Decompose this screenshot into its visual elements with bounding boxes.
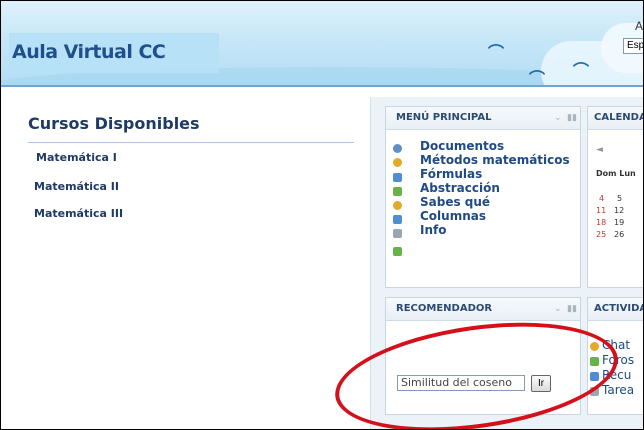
calendar-block: CALENDA (587, 106, 644, 288)
page-icon (393, 229, 402, 238)
block-title: ACTIVIDA (594, 303, 644, 314)
activity-link[interactable]: Recu (602, 368, 631, 382)
prev-month-icon[interactable]: ◄ (596, 145, 603, 155)
block-title: MENÚ PRINCIPAL (396, 112, 492, 123)
go-button[interactable]: Ir (531, 375, 551, 392)
assignment-icon (590, 387, 599, 396)
site-title[interactable]: Aula Virtual CC (12, 41, 166, 63)
recommender-input[interactable]: Similitud del coseno (397, 375, 525, 391)
menu-item[interactable]: Abstracción (420, 181, 500, 195)
calendar-day[interactable]: 5 (617, 194, 622, 203)
block-header: RECOMENDADOR ⌄ ▮▮ (386, 298, 580, 321)
header-divider (1, 85, 643, 87)
forum-icon (393, 215, 402, 224)
calendar-day[interactable]: 4 (599, 194, 604, 203)
document-icon (393, 144, 402, 153)
block-header: ACTIVIDA (588, 298, 644, 321)
forum-icon (590, 357, 599, 366)
activity-link[interactable]: Chat (602, 338, 630, 352)
forum-icon (393, 173, 402, 182)
menu-item[interactable]: Métodos matemáticos (420, 153, 570, 167)
courses-divider (28, 142, 354, 143)
menu-item[interactable]: Documentos (420, 139, 504, 153)
block-title: CALENDA (594, 112, 644, 123)
forum-icon (393, 247, 402, 256)
menu-item[interactable]: Fórmulas (420, 167, 482, 181)
activity-link[interactable]: Foros (602, 353, 634, 367)
block-header: CALENDA (588, 107, 644, 130)
resource-icon (393, 201, 402, 210)
collapse-icon[interactable]: ⌄ (554, 112, 562, 123)
forum-icon (393, 187, 402, 196)
resource-icon (590, 372, 599, 381)
calendar-day[interactable]: 11 (596, 206, 606, 215)
calendar-day-headers: Dom Lun (596, 169, 636, 178)
collapse-icon[interactable]: ⌄ (554, 303, 562, 314)
resource-icon (393, 158, 402, 167)
calendar-day[interactable]: 26 (614, 230, 624, 239)
dock-icon[interactable]: ▮▮ (567, 112, 577, 123)
bird-icon: ⌒ (573, 63, 590, 80)
block-title: RECOMENDADOR (396, 303, 493, 314)
course-link[interactable]: Matemática I (36, 151, 117, 164)
calendar-day[interactable]: 12 (614, 206, 624, 215)
bird-icon: ⌒ (529, 71, 546, 85)
activity-link[interactable]: Tarea (602, 383, 634, 397)
language-select[interactable]: Esp (623, 38, 643, 54)
site-header: Aula Virtual CC ⌒ ⌒ ⌒ A Esp (1, 1, 643, 85)
recommender-block: RECOMENDADOR ⌄ ▮▮ (385, 297, 581, 415)
menu-item[interactable]: Info (420, 223, 446, 237)
language-label: A (635, 19, 643, 33)
bird-icon: ⌒ (488, 45, 505, 62)
calendar-day[interactable]: 19 (614, 218, 624, 227)
dock-icon[interactable]: ▮▮ (567, 303, 577, 314)
chat-icon (590, 342, 599, 351)
course-link[interactable]: Matemática II (34, 180, 119, 193)
course-link[interactable]: Matemática III (34, 207, 123, 220)
courses-title: Cursos Disponibles (28, 114, 200, 133)
menu-item[interactable]: Columnas (420, 209, 486, 223)
calendar-day[interactable]: 25 (596, 230, 606, 239)
block-header: MENÚ PRINCIPAL ⌄ ▮▮ (386, 107, 580, 130)
menu-item[interactable]: Sabes qué (420, 195, 490, 209)
app-window: Aula Virtual CC ⌒ ⌒ ⌒ A Esp Cursos Dispo… (0, 0, 644, 430)
calendar-day[interactable]: 18 (596, 218, 606, 227)
